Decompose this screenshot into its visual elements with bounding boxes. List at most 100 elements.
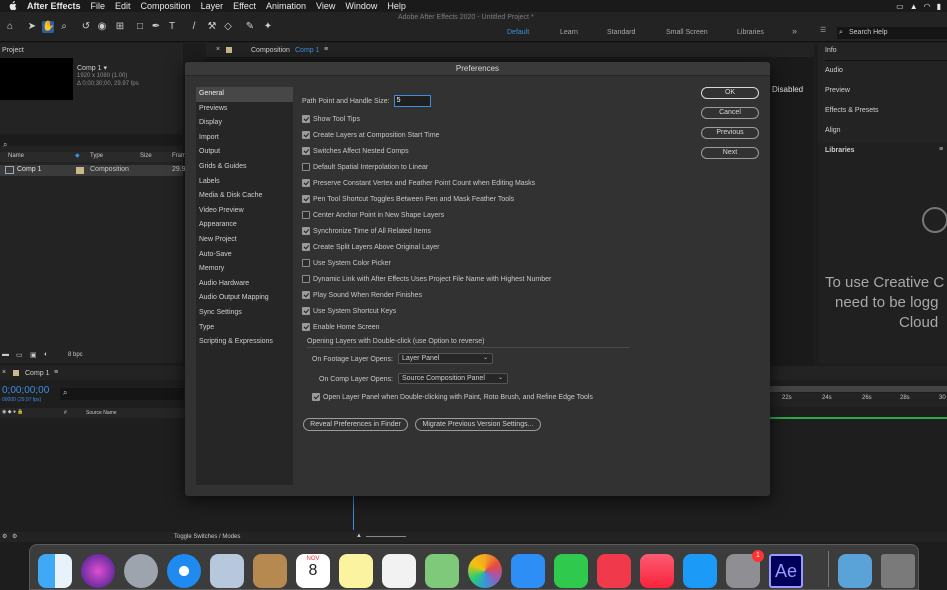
current-time-indicator[interactable] [353, 496, 354, 530]
option-play-sound[interactable]: Play Sound When Render Finishes [302, 290, 422, 300]
category-auto-save[interactable]: Auto-Save [196, 248, 293, 263]
next-button[interactable]: Next [701, 147, 759, 159]
category-new-project[interactable]: New Project [196, 233, 293, 248]
new-comp-icon[interactable]: ▣ [30, 351, 37, 359]
notes-icon[interactable] [339, 554, 373, 588]
workspace-learn[interactable]: Learn [560, 29, 578, 36]
audio-panel[interactable]: Audio [825, 67, 947, 81]
option-center-anchor-point[interactable]: Center Anchor Point in New Shape Layers [302, 210, 444, 220]
label-column-icon[interactable]: ◆ [75, 152, 80, 159]
av-switches-icons[interactable]: ◉ ◆ ● 🔒 [2, 409, 24, 415]
calendar-icon[interactable]: NOV 8 [296, 554, 330, 588]
panel-menu-icon[interactable]: ≡ [54, 369, 58, 376]
category-general[interactable]: General [196, 87, 293, 102]
current-timecode[interactable]: 0;00;00;00 [2, 385, 49, 396]
checkbox[interactable] [302, 115, 310, 123]
checkbox[interactable] [302, 211, 310, 219]
news-icon[interactable] [597, 554, 631, 588]
downloads-folder-icon[interactable] [838, 554, 872, 588]
category-previews[interactable]: Previews [196, 102, 293, 117]
align-panel[interactable]: Align [825, 127, 947, 141]
footage-layer-select[interactable]: Layer Panel ⌄ [398, 353, 493, 364]
workspace-default[interactable]: Default [507, 29, 529, 36]
project-panel-title[interactable]: Project [2, 47, 24, 54]
checkbox[interactable] [302, 131, 310, 139]
workspace-small-screen[interactable]: Small Screen [666, 29, 708, 36]
handle-size-input[interactable]: 5 [393, 95, 431, 107]
reminders-icon[interactable] [382, 554, 416, 588]
checkbox[interactable] [302, 323, 310, 331]
after-effects-icon[interactable]: Ae [769, 554, 803, 588]
table-row[interactable]: Comp 1 Composition 29.9 [0, 165, 186, 176]
timeline-tab[interactable]: Comp 1 [25, 370, 50, 377]
app-store-icon[interactable] [683, 554, 717, 588]
option-system-color-picker[interactable]: Use System Color Picker [302, 258, 391, 268]
home-icon[interactable]: ⌂ [4, 21, 16, 33]
camera-tool-icon[interactable]: ◉ [96, 21, 108, 33]
battery-icon[interactable]: ▮ [937, 2, 941, 11]
brush-tool-icon[interactable]: / [188, 21, 200, 33]
comp-flowchart-icon[interactable]: ⚙ [2, 533, 7, 540]
category-scripting-expressions[interactable]: Scripting & Expressions [196, 335, 293, 350]
safari-icon[interactable] [167, 554, 201, 588]
info-panel[interactable]: Info [825, 47, 947, 61]
clone-stamp-tool-icon[interactable]: ⚒ [206, 21, 218, 33]
contacts-icon[interactable] [253, 554, 287, 588]
project-search-input[interactable]: ⌕ [0, 134, 183, 149]
option-switches-nested-comps[interactable]: Switches Affect Nested Comps [302, 146, 409, 156]
option-create-layers-start-time[interactable]: Create Layers at Composition Start Time [302, 130, 439, 140]
col-frame[interactable]: Fram [172, 153, 186, 159]
checkbox[interactable] [302, 307, 310, 315]
label-swatch[interactable] [76, 167, 84, 174]
option-synchronize-time[interactable]: Synchronize Time of All Related Items [302, 226, 431, 236]
checkbox[interactable] [302, 259, 310, 267]
selection-tool-icon[interactable]: ➤ [26, 21, 38, 33]
roto-brush-tool-icon[interactable]: ✎ [244, 21, 256, 33]
category-media-disk-cache[interactable]: Media & Disk Cache [196, 189, 293, 204]
source-name-column[interactable]: Source Name [86, 410, 117, 416]
menu-help[interactable]: Help [387, 1, 406, 11]
libraries-title[interactable]: Libraries [825, 147, 855, 154]
option-open-layer-panel[interactable]: Open Layer Panel when Double-clicking wi… [312, 392, 593, 402]
comp-link[interactable]: Comp 1 [295, 47, 320, 54]
option-pen-tool-shortcut[interactable]: Pen Tool Shortcut Toggles Between Pen an… [302, 194, 514, 204]
category-grids-guides[interactable]: Grids & Guides [196, 160, 293, 175]
option-enable-home-screen[interactable]: Enable Home Screen [302, 322, 380, 332]
effects-presets-panel[interactable]: Effects & Presets [825, 107, 947, 121]
panel-menu-icon[interactable]: ≡ [939, 146, 943, 153]
rectangle-tool-icon[interactable]: □ [134, 21, 146, 33]
category-audio-hardware[interactable]: Audio Hardware [196, 277, 293, 292]
music-icon[interactable] [640, 554, 674, 588]
siri-icon[interactable] [81, 554, 115, 588]
type-tool-icon[interactable]: T [166, 21, 178, 33]
color-settings-icon[interactable]: ◐ [44, 351, 48, 358]
category-labels[interactable]: Labels [196, 175, 293, 190]
render-time-icon[interactable]: ⚙ [12, 533, 17, 540]
menu-app-name[interactable]: After Effects [27, 1, 81, 11]
checkbox[interactable] [302, 195, 310, 203]
option-default-spatial-linear[interactable]: Default Spatial Interpolation to Linear [302, 162, 428, 172]
category-type[interactable]: Type [196, 321, 293, 336]
system-preferences-icon[interactable]: 1 [726, 550, 764, 588]
workspace-standard[interactable]: Standard [607, 29, 635, 36]
col-size[interactable]: Size [140, 153, 152, 159]
messages-icon[interactable] [511, 554, 545, 588]
ok-button[interactable]: OK [701, 87, 759, 99]
reveal-preferences-button[interactable]: Reveal Preferences in Finder [303, 418, 408, 431]
photos-icon[interactable] [468, 554, 502, 588]
option-preserve-vertex-count[interactable]: Preserve Constant Vertex and Feather Poi… [302, 178, 535, 188]
launchpad-icon[interactable] [124, 554, 158, 588]
puppet-tool-icon[interactable]: ✦ [262, 21, 274, 33]
bit-depth[interactable]: 8 bpc [68, 352, 83, 358]
category-audio-output-mapping[interactable]: Audio Output Mapping [196, 291, 293, 306]
menu-effect[interactable]: Effect [233, 1, 256, 11]
col-type[interactable]: Type [90, 153, 103, 159]
previous-button[interactable]: Previous [701, 127, 759, 139]
mail-icon[interactable] [210, 554, 244, 588]
facetime-icon[interactable] [554, 554, 588, 588]
migrate-settings-button[interactable]: Migrate Previous Version Settings... [415, 418, 541, 431]
category-memory[interactable]: Memory [196, 262, 293, 277]
category-sync-settings[interactable]: Sync Settings [196, 306, 293, 321]
new-folder-icon[interactable]: ▭ [16, 351, 23, 359]
maps-icon[interactable] [425, 554, 459, 588]
